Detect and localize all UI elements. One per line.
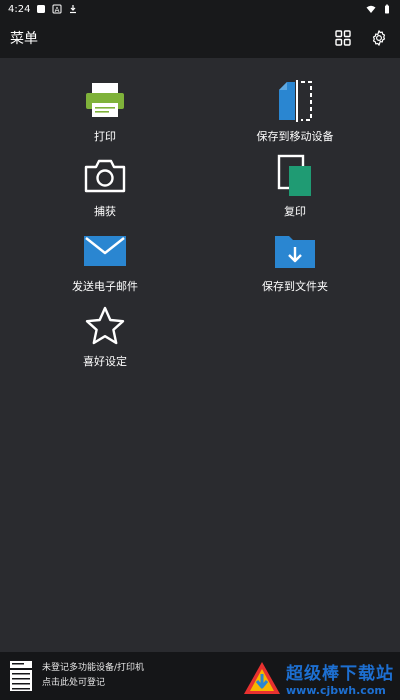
page-title: 菜单 — [10, 31, 38, 47]
menu-item-capture[interactable]: 捕获 — [30, 153, 180, 223]
printer-icon — [82, 78, 128, 124]
tap-to-register-text: 点击此处可登记 — [42, 678, 106, 688]
menu-label-preferences: 喜好设定 — [83, 355, 127, 368]
menu-item-print[interactable]: 打印 — [30, 78, 180, 148]
unregistered-device-text: 未登记多功能设备/打印机 — [42, 663, 145, 673]
status-time: 4:24 — [8, 3, 31, 15]
menu-item-save-to-folder[interactable]: 保存到文件夹 — [220, 228, 370, 298]
menu-label-copy: 复印 — [284, 205, 306, 218]
menu-label-send-email: 发送电子邮件 — [72, 280, 138, 293]
gear-icon — [372, 30, 386, 46]
menu-label-save-to-folder: 保存到文件夹 — [262, 280, 328, 293]
svg-text:A: A — [55, 6, 60, 14]
download-icon — [70, 5, 77, 14]
save-mobile-icon — [272, 78, 318, 124]
status-bar: 4:24 A — [0, 0, 400, 18]
menu-label-print: 打印 — [94, 130, 116, 143]
menu-label-save-to-mobile: 保存到移动设备 — [256, 130, 334, 143]
grid-icon — [335, 30, 351, 46]
menu-label-capture: 捕获 — [94, 205, 116, 218]
app-bar: 菜单 — [0, 18, 400, 58]
font-icon: A — [52, 4, 62, 14]
grid-view-button[interactable] — [332, 27, 354, 49]
multifunction-printer-icon — [10, 661, 32, 691]
menu-item-preferences[interactable]: 喜好设定 — [30, 303, 180, 373]
notification-icon — [37, 5, 46, 13]
battery-icon — [385, 4, 389, 14]
email-icon — [82, 228, 128, 274]
wifi-icon — [366, 5, 376, 13]
watermark-url: www.cjbwh.com — [286, 684, 386, 697]
watermark: 超级棒下载站 www.cjbwh.com — [242, 660, 394, 697]
menu-item-save-to-mobile[interactable]: 保存到移动设备 — [220, 78, 370, 148]
watermark-title: 超级棒下载站 — [286, 664, 394, 684]
settings-button[interactable] — [368, 27, 390, 49]
star-icon — [82, 303, 128, 349]
copy-icon — [272, 153, 318, 199]
camera-icon — [82, 153, 128, 199]
watermark-logo-icon — [244, 662, 280, 694]
menu-item-send-email[interactable]: 发送电子邮件 — [30, 228, 180, 298]
folder-download-icon — [272, 228, 318, 274]
menu-item-copy[interactable]: 复印 — [220, 153, 370, 223]
